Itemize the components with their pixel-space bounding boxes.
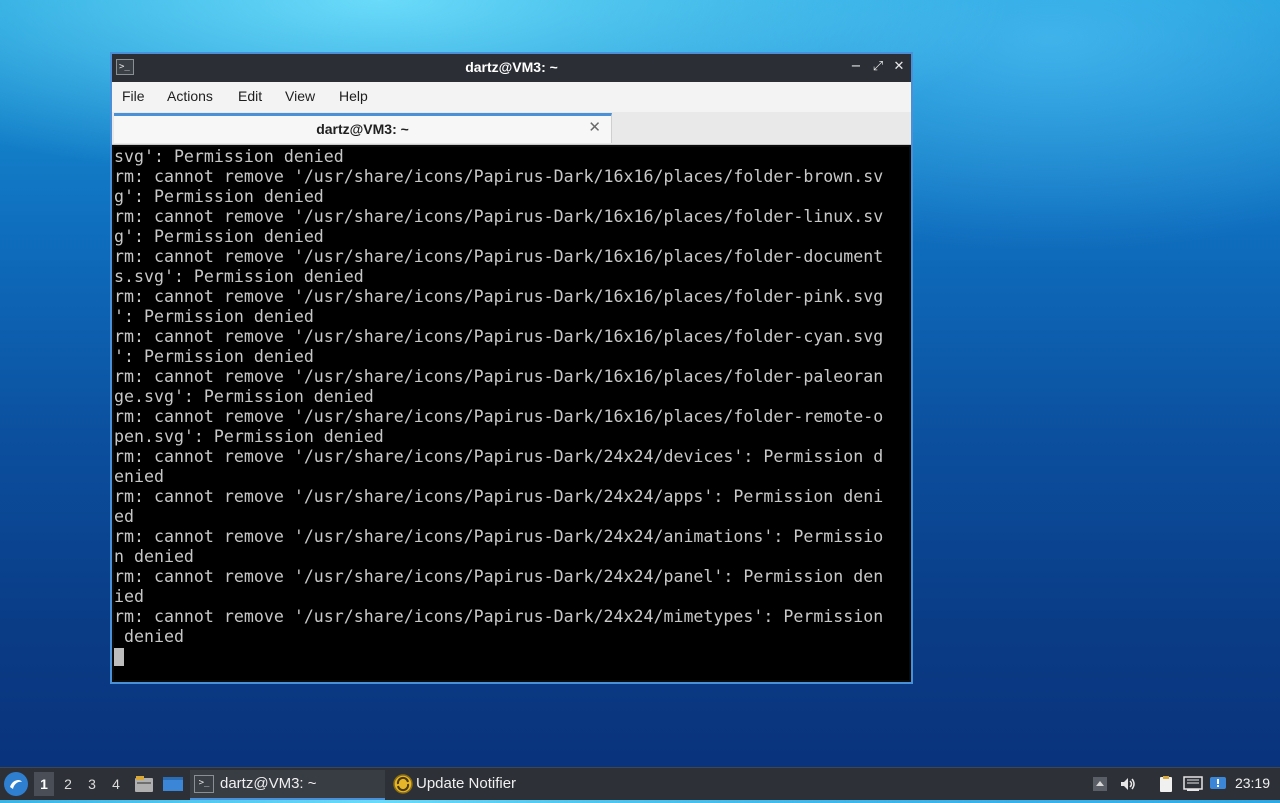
menu-view[interactable]: View xyxy=(285,88,315,104)
file-manager-icon[interactable] xyxy=(134,774,154,799)
terminal-line: pen.svg': Permission denied xyxy=(114,427,384,446)
terminal-line: rm: cannot remove '/usr/share/icons/Papi… xyxy=(114,407,884,426)
tab-bar: dartz@VM3: ~ ✕ xyxy=(112,112,911,145)
terminal-line: rm: cannot remove '/usr/share/icons/Papi… xyxy=(114,367,884,386)
terminal-icon: >_ xyxy=(194,775,214,794)
start-menu-button[interactable] xyxy=(4,772,28,796)
maximize-button[interactable]: ⤢ xyxy=(869,58,887,76)
clock[interactable]: 23:19 xyxy=(1235,775,1270,791)
menu-edit[interactable]: Edit xyxy=(238,88,262,104)
terminal-line: rm: cannot remove '/usr/share/icons/Papi… xyxy=(114,207,884,226)
terminal-line: svg': Permission denied xyxy=(114,147,344,166)
terminal-line: ed xyxy=(114,507,134,526)
volume-icon[interactable] xyxy=(1119,775,1137,793)
terminal-line: s.svg': Permission denied xyxy=(114,267,364,286)
terminal-line: rm: cannot remove '/usr/share/icons/Papi… xyxy=(114,247,884,266)
terminal-line: rm: cannot remove '/usr/share/icons/Papi… xyxy=(114,487,884,506)
terminal-line: rm: cannot remove '/usr/share/icons/Papi… xyxy=(114,447,884,466)
terminal-line: n denied xyxy=(114,547,194,566)
notification-icon[interactable] xyxy=(1209,775,1227,793)
workspace-2-button[interactable]: 2 xyxy=(58,772,78,796)
terminal-line: ge.svg': Permission denied xyxy=(114,387,374,406)
task-terminal-button[interactable]: >_ dartz@VM3: ~ xyxy=(190,770,385,800)
task-update-notifier-button[interactable]: Update Notifier xyxy=(392,770,572,798)
terminal-line: rm: cannot remove '/usr/share/icons/Papi… xyxy=(114,567,884,586)
terminal-line: ': Permission denied xyxy=(114,347,314,366)
taskbar: 1 2 3 4 >_ dartz@VM3: ~ Update Notifier xyxy=(0,767,1280,800)
minimize-button[interactable]: − xyxy=(847,58,865,76)
task-update-notifier-label: Update Notifier xyxy=(416,775,517,792)
task-terminal-label: dartz@VM3: ~ xyxy=(220,775,317,792)
terminal-window[interactable]: >_ dartz@VM3: ~ − ⤢ ✕ File Actions Edit … xyxy=(110,52,913,684)
tab-terminal[interactable]: dartz@VM3: ~ ✕ xyxy=(114,113,612,143)
tab-label: dartz@VM3: ~ xyxy=(316,121,409,137)
update-notifier-icon xyxy=(393,774,413,794)
window-title: dartz@VM3: ~ xyxy=(465,59,558,75)
terminal-line: rm: cannot remove '/usr/share/icons/Papi… xyxy=(114,167,884,186)
terminal-line: ': Permission denied xyxy=(114,307,314,326)
menu-actions[interactable]: Actions xyxy=(167,88,213,104)
terminal-line: g': Permission denied xyxy=(114,227,324,246)
terminal-line: enied xyxy=(114,467,164,486)
lxqt-logo-icon xyxy=(5,773,27,795)
terminal-line: rm: cannot remove '/usr/share/icons/Papi… xyxy=(114,607,884,626)
clipboard-icon[interactable] xyxy=(1157,775,1175,793)
window-titlebar[interactable]: >_ dartz@VM3: ~ − ⤢ ✕ xyxy=(112,54,911,82)
tray-arrow-icon[interactable] xyxy=(1091,775,1109,793)
workspace-3-button[interactable]: 3 xyxy=(82,772,102,796)
menu-help[interactable]: Help xyxy=(339,88,368,104)
terminal-line: rm: cannot remove '/usr/share/icons/Papi… xyxy=(114,287,884,306)
network-icon[interactable] xyxy=(1183,775,1203,793)
terminal-line: ied xyxy=(114,587,144,606)
menu-bar: File Actions Edit View Help xyxy=(112,82,911,113)
terminal-line: rm: cannot remove '/usr/share/icons/Papi… xyxy=(114,527,884,546)
close-button[interactable]: ✕ xyxy=(890,58,908,76)
terminal-cursor xyxy=(114,648,124,666)
show-desktop-icon[interactable] xyxy=(162,774,184,799)
workspace-4-button[interactable]: 4 xyxy=(106,772,126,796)
terminal-line: rm: cannot remove '/usr/share/icons/Papi… xyxy=(114,327,884,346)
tab-close-icon[interactable]: ✕ xyxy=(588,118,601,136)
menu-file[interactable]: File xyxy=(122,88,145,104)
workspace-1-button[interactable]: 1 xyxy=(34,772,54,796)
terminal-line: g': Permission denied xyxy=(114,187,324,206)
terminal-output[interactable]: svg': Permission denied rm: cannot remove… xyxy=(114,147,909,680)
terminal-line: denied xyxy=(114,627,184,646)
